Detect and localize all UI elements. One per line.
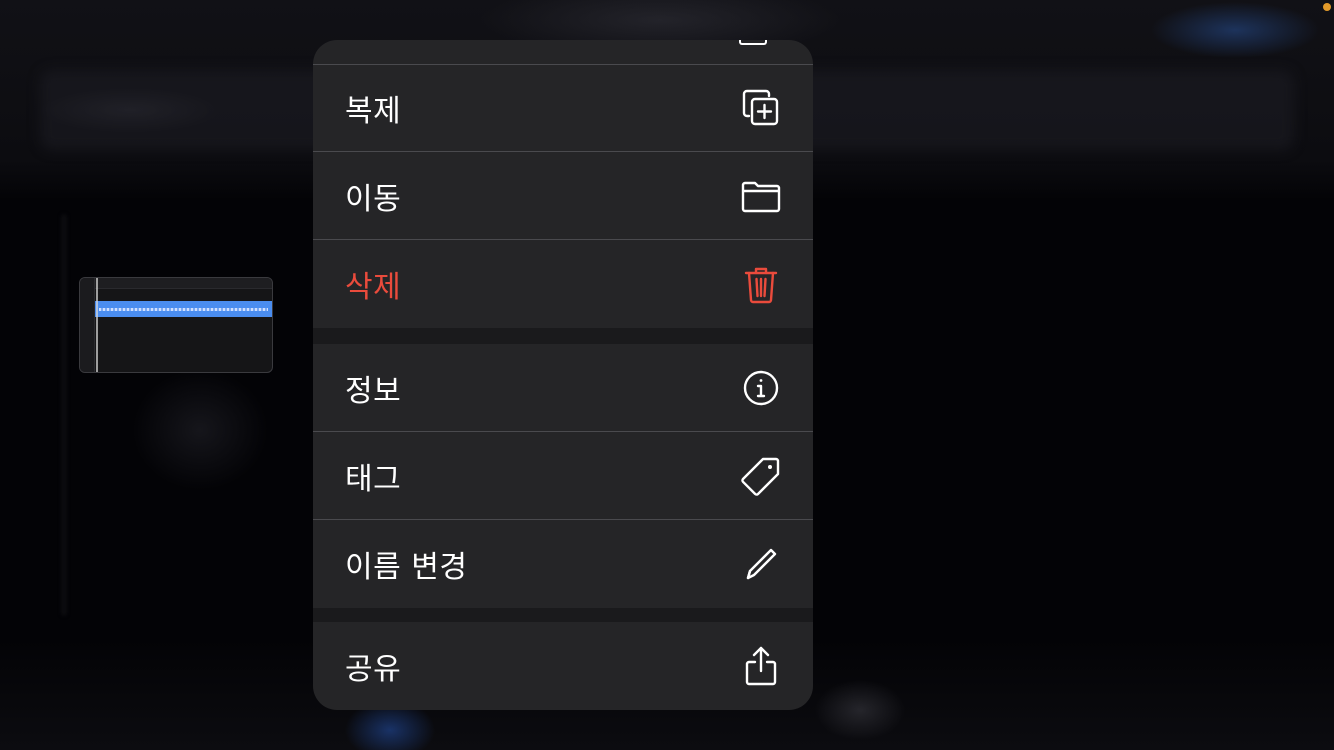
thumbnail-track-header [80,278,95,372]
menu-item-label: 태그 [345,461,402,497]
partial-icon [739,40,767,45]
thumbnail-ruler [94,278,272,289]
duplicate-icon [737,84,785,132]
menu-group-separator [313,608,813,622]
menu-item-move[interactable]: 이동 [313,152,813,240]
context-menu: 복제 이동 삭제 정보 태그 이름 변경 공유 [313,40,813,710]
thumbnail-audio-region [95,301,272,317]
info-icon [737,364,785,412]
menu-item-duplicate[interactable]: 복제 [313,64,813,152]
folder-icon [737,172,785,220]
menu-group-separator [313,328,813,344]
menu-item-label: 이름 변경 [345,550,468,585]
privacy-indicator-dot [1323,3,1331,11]
menu-item-delete[interactable]: 삭제 [313,240,813,328]
menu-item-tag[interactable]: 태그 [313,432,813,520]
menu-item-label: 공유 [345,652,402,687]
menu-top-edge [313,40,813,65]
menu-item-info[interactable]: 정보 [313,344,813,432]
menu-item-label: 이동 [345,181,402,217]
menu-item-share[interactable]: 공유 [313,622,813,710]
menu-item-label: 삭제 [345,270,402,305]
pencil-icon [737,540,785,588]
share-icon [737,642,785,690]
trash-icon [737,260,785,308]
thumbnail-playhead [96,278,98,372]
tag-icon [737,452,785,500]
blurred-sidebar [62,215,66,615]
menu-item-rename[interactable]: 이름 변경 [313,520,813,608]
menu-item-label: 복제 [345,93,402,129]
thumbnail-waveform [99,308,268,311]
project-thumbnail[interactable] [79,277,273,373]
menu-item-label: 정보 [345,373,402,409]
